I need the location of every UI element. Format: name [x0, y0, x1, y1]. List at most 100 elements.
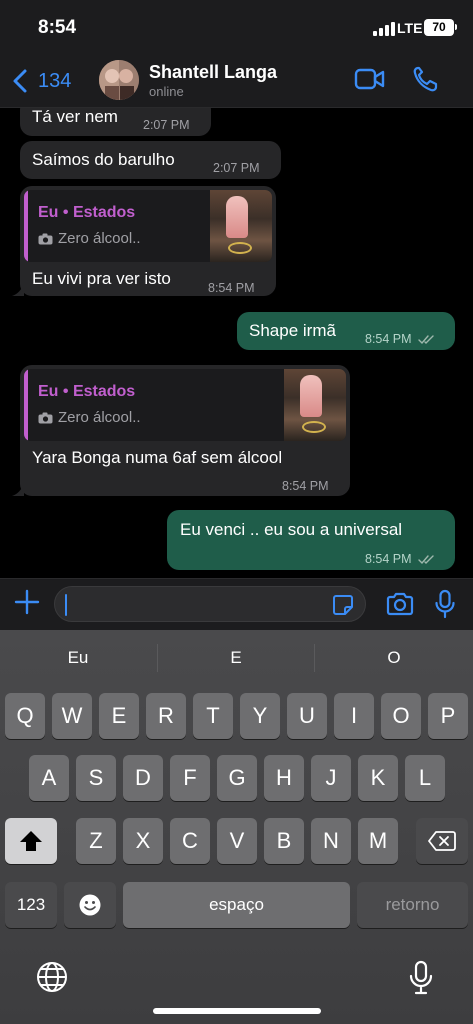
message-time: 2:07 PM [213, 161, 260, 175]
network-type: LTE [397, 20, 423, 36]
key-i[interactable]: I [334, 693, 374, 739]
key-z[interactable]: Z [76, 818, 116, 864]
signal-icon [373, 22, 395, 36]
home-indicator [153, 1008, 321, 1014]
numbers-key[interactable]: 123 [5, 882, 57, 928]
microphone-icon[interactable] [434, 589, 456, 619]
message-bubble-incoming[interactable]: Saímos do barulho 2:07 PM [20, 141, 281, 179]
suggestion-item[interactable]: Eu [48, 648, 108, 668]
contact-status: online [149, 84, 184, 99]
key-a[interactable]: A [29, 755, 69, 801]
camera-icon [38, 412, 53, 424]
message-bubble-outgoing[interactable]: Eu venci .. eu sou a universal 8:54 PM [167, 510, 455, 570]
message-time: 8:54 PM [282, 479, 329, 493]
key-s[interactable]: S [76, 755, 116, 801]
quote-text: Zero álcool.. [58, 409, 141, 426]
plus-icon[interactable] [14, 589, 40, 615]
message-input-bar [0, 578, 473, 630]
key-f[interactable]: F [170, 755, 210, 801]
camera-icon[interactable] [385, 592, 415, 616]
message-bubble-incoming[interactable]: Eu • Estados Zero álcool.. Yara Bonga nu… [20, 365, 350, 496]
shift-key[interactable] [5, 818, 57, 864]
suggestion-bar: Eu E O [0, 630, 473, 686]
message-list[interactable]: Tá ver nem 2:07 PM Saímos do barulho 2:0… [0, 108, 473, 578]
suggestion-divider [157, 644, 158, 672]
key-e[interactable]: E [99, 693, 139, 739]
message-bubble-incoming[interactable]: Tá ver nem 2:07 PM [20, 108, 211, 136]
key-m[interactable]: M [358, 818, 398, 864]
message-meta: 8:54 PM [365, 328, 436, 350]
key-j[interactable]: J [311, 755, 351, 801]
suggestion-item[interactable]: O [364, 648, 424, 668]
quote-preview: Zero álcool.. [38, 228, 141, 250]
message-input[interactable] [54, 586, 366, 622]
message-text: Yara Bonga numa 6af sem álcool [32, 448, 283, 467]
message-meta: 8:54 PM [365, 548, 436, 570]
battery-nub [455, 24, 457, 30]
message-text: Shape irmã [249, 321, 336, 340]
key-u[interactable]: U [287, 693, 327, 739]
key-k[interactable]: K [358, 755, 398, 801]
emoji-key[interactable] [64, 882, 116, 928]
globe-icon[interactable] [35, 960, 69, 994]
space-key[interactable]: espaço [123, 882, 350, 928]
key-c[interactable]: C [170, 818, 210, 864]
quoted-message[interactable]: Eu • Estados Zero álcool.. [24, 369, 346, 441]
quote-thumbnail [284, 369, 346, 441]
battery-icon: 70 [424, 19, 454, 36]
quote-preview: Zero álcool.. [38, 407, 141, 429]
quote-thumbnail [210, 190, 272, 262]
sticker-icon[interactable] [331, 593, 355, 617]
quote-text: Zero álcool.. [58, 230, 141, 247]
message-time: 8:54 PM [365, 332, 412, 346]
message-time: 8:54 PM [365, 552, 412, 566]
key-y[interactable]: Y [240, 693, 280, 739]
key-l[interactable]: L [405, 755, 445, 801]
key-r[interactable]: R [146, 693, 186, 739]
key-n[interactable]: N [311, 818, 351, 864]
chat-header: 134 Shantell Langa online [0, 56, 473, 108]
emoji-icon [79, 894, 101, 916]
read-receipt-icon [418, 555, 434, 565]
key-g[interactable]: G [217, 755, 257, 801]
message-bubble-outgoing[interactable]: Shape irmã 8:54 PM [237, 312, 455, 350]
quote-bar [24, 190, 28, 262]
key-v[interactable]: V [217, 818, 257, 864]
message-text: Saímos do barulho [32, 150, 175, 169]
back-button[interactable]: 134 [10, 64, 71, 98]
message-bubble-incoming[interactable]: Eu • Estados Zero álcool.. Eu vivi pra v… [20, 186, 276, 296]
message-text: Tá ver nem [32, 108, 118, 126]
key-b[interactable]: B [264, 818, 304, 864]
return-key[interactable]: retorno [357, 882, 468, 928]
status-time: 8:54 [38, 17, 77, 38]
quoted-message[interactable]: Eu • Estados Zero álcool.. [24, 190, 272, 262]
microphone-icon[interactable] [408, 960, 434, 996]
shift-icon [20, 831, 42, 851]
suggestion-item[interactable]: E [206, 648, 266, 668]
key-x[interactable]: X [123, 818, 163, 864]
contact-name[interactable]: Shantell Langa [149, 62, 277, 83]
key-h[interactable]: H [264, 755, 304, 801]
quote-bar [24, 369, 28, 441]
message-time: 8:54 PM [208, 281, 255, 295]
key-d[interactable]: D [123, 755, 163, 801]
phone-icon[interactable] [412, 65, 438, 93]
key-o[interactable]: O [381, 693, 421, 739]
quote-author: Eu • Estados [38, 383, 136, 400]
text-caret [65, 594, 67, 616]
chevron-left-icon [13, 69, 27, 93]
status-bar: 8:54 LTE 70 [0, 0, 473, 56]
backspace-icon [428, 831, 456, 851]
unread-count: 134 [38, 69, 72, 92]
key-p[interactable]: P [428, 693, 468, 739]
backspace-key[interactable] [416, 818, 468, 864]
message-text: Eu venci .. eu sou a universal [180, 520, 403, 539]
video-camera-icon[interactable] [354, 66, 386, 92]
read-receipt-icon [418, 335, 434, 345]
key-t[interactable]: T [193, 693, 233, 739]
avatar[interactable] [99, 60, 139, 100]
key-q[interactable]: Q [5, 693, 45, 739]
quote-author: Eu • Estados [38, 204, 136, 221]
key-w[interactable]: W [52, 693, 92, 739]
keyboard: Eu E O Q W E R T Y U I O P A S D F G H J… [0, 630, 473, 1024]
